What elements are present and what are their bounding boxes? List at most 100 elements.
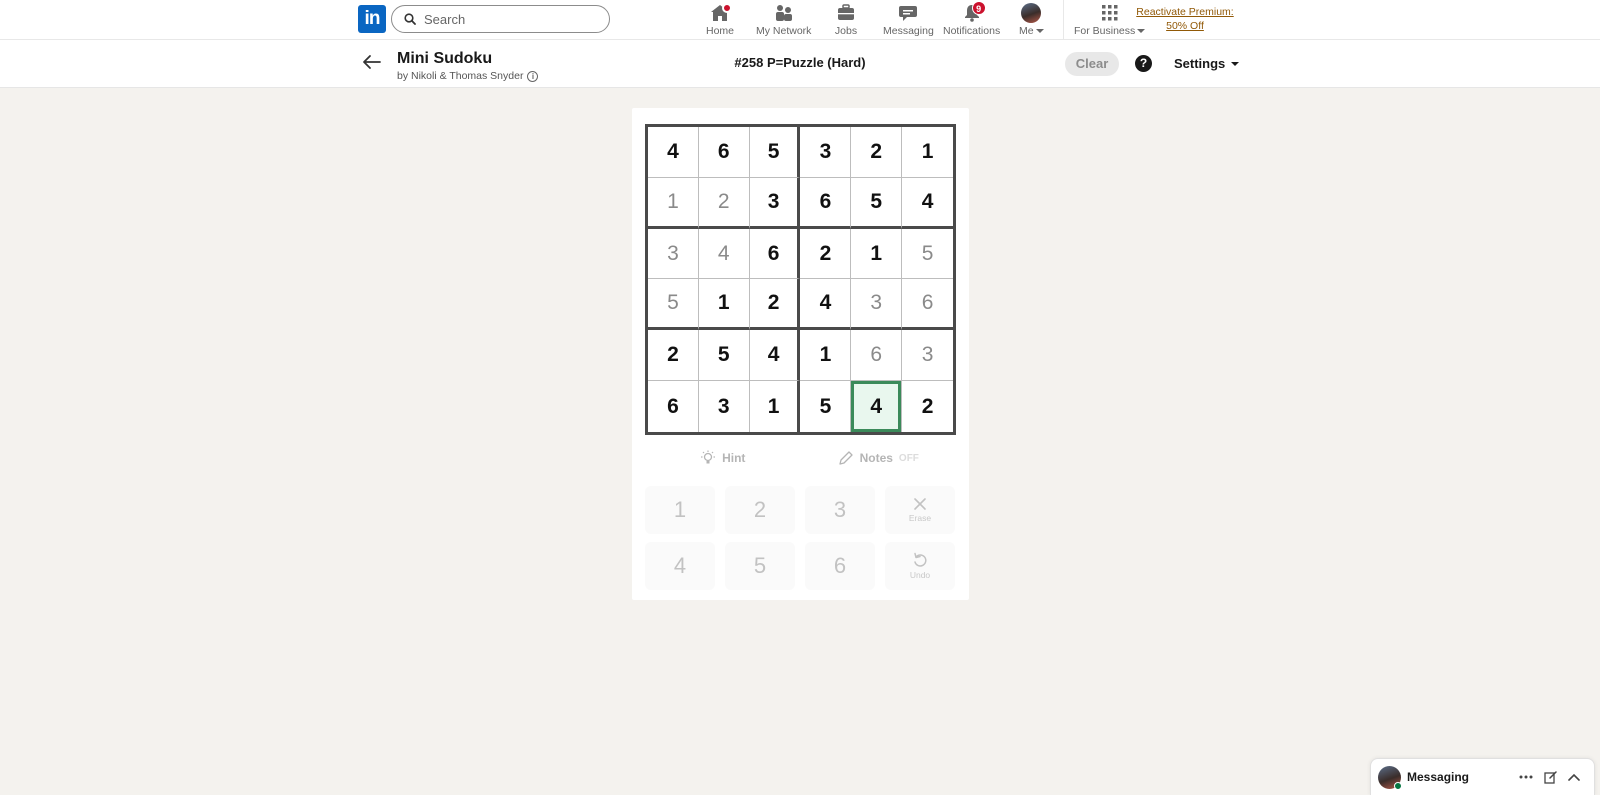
hint-label: Hint xyxy=(722,451,746,465)
nav-jobs[interactable]: Jobs xyxy=(834,3,858,37)
game-byline: by Nikoli & Thomas Snyder xyxy=(397,70,524,82)
chevron-up-icon[interactable] xyxy=(1566,769,1582,785)
sudoku-cell[interactable]: 5 xyxy=(800,381,852,432)
key-4[interactable]: 4 xyxy=(645,542,715,590)
key-3[interactable]: 3 xyxy=(805,486,875,534)
more-options-icon[interactable] xyxy=(1518,769,1534,785)
profile-avatar xyxy=(1021,3,1042,23)
sudoku-grid: 465321123654346215512436254163631542 xyxy=(645,124,956,435)
sudoku-cell[interactable]: 2 xyxy=(749,279,801,331)
nav-notifications-label: Notifications xyxy=(943,25,1001,37)
sudoku-cell[interactable]: 5 xyxy=(749,127,801,178)
undo-icon xyxy=(914,552,927,567)
sudoku-cell[interactable]: 4 xyxy=(749,330,801,382)
notes-state: OFF xyxy=(898,452,919,464)
sudoku-cell[interactable]: 6 xyxy=(749,228,801,280)
game-byline-row: by Nikoli & Thomas Snyder i xyxy=(397,70,539,82)
close-icon xyxy=(914,498,926,510)
notifications-count-badge: 9 xyxy=(971,1,986,15)
erase-label: Erase xyxy=(908,513,932,523)
global-nav: in Home My Network Jobs Messaging 9 xyxy=(0,0,1600,40)
number-pad: 1 2 3 Erase 4 5 6 Undo xyxy=(645,486,956,590)
sudoku-cell[interactable]: 5 xyxy=(851,177,903,229)
nav-my-network[interactable]: My Network xyxy=(756,3,811,37)
sudoku-cell[interactable]: 1 xyxy=(902,127,953,178)
nav-home-label: Home xyxy=(706,25,735,37)
game-card: 465321123654346215512436254163631542 Hin… xyxy=(632,108,969,600)
sudoku-cell[interactable]: 3 xyxy=(749,177,801,229)
undo-button[interactable]: Undo xyxy=(885,542,955,590)
sudoku-cell[interactable]: 5 xyxy=(902,229,953,280)
key-6[interactable]: 6 xyxy=(805,542,875,590)
nav-me-label: Me xyxy=(1019,25,1034,37)
nav-home[interactable]: Home xyxy=(706,3,734,37)
key-2[interactable]: 2 xyxy=(725,486,795,534)
game-title: Mini Sudoku xyxy=(397,50,493,67)
sudoku-cell[interactable]: 4 xyxy=(698,228,750,280)
notes-toggle[interactable]: Notes OFF xyxy=(801,444,957,472)
puzzle-id: #258 P=Puzzle (Hard) xyxy=(734,55,866,70)
sudoku-cell[interactable]: 4 xyxy=(648,127,699,178)
reactivate-premium-link[interactable]: Reactivate Premium: 50% Off xyxy=(1135,5,1235,33)
sudoku-cell[interactable]: 5 xyxy=(648,279,699,331)
sudoku-cell[interactable]: 6 xyxy=(851,330,903,382)
nav-me[interactable]: Me xyxy=(1019,3,1044,37)
key-1[interactable]: 1 xyxy=(645,486,715,534)
sudoku-cell[interactable]: 6 xyxy=(648,381,699,432)
sudoku-cell[interactable]: 2 xyxy=(698,177,750,229)
sudoku-cell[interactable]: 2 xyxy=(800,228,852,280)
help-icon[interactable]: ? xyxy=(1135,55,1152,72)
sudoku-cell[interactable]: 3 xyxy=(699,381,750,432)
home-icon xyxy=(708,3,732,23)
home-notification-dot xyxy=(722,3,732,13)
back-arrow-icon[interactable] xyxy=(362,54,386,74)
sudoku-cell[interactable]: 3 xyxy=(851,279,903,331)
sudoku-cell[interactable]: 6 xyxy=(698,127,750,178)
messaging-title: Messaging xyxy=(1407,770,1470,784)
settings-label: Settings xyxy=(1174,56,1226,71)
nav-messaging[interactable]: Messaging xyxy=(883,3,934,37)
linkedin-logo[interactable]: in xyxy=(358,5,386,33)
notes-label: Notes xyxy=(859,451,893,465)
sudoku-cell[interactable]: 6 xyxy=(800,177,852,229)
sudoku-cell[interactable]: 3 xyxy=(800,127,852,178)
briefcase-icon xyxy=(834,3,858,23)
search-input[interactable] xyxy=(424,10,599,28)
sudoku-cell[interactable]: 2 xyxy=(648,330,699,382)
sudoku-cell[interactable]: 3 xyxy=(902,330,953,382)
bell-icon: 9 xyxy=(960,1,986,23)
clear-button[interactable]: Clear xyxy=(1065,52,1119,76)
chevron-down-icon xyxy=(1035,29,1044,33)
sudoku-cell[interactable]: 3 xyxy=(648,228,699,280)
search-icon xyxy=(404,13,416,25)
sudoku-cell-selected[interactable]: 4 xyxy=(851,381,903,432)
nav-notifications[interactable]: 9 Notifications xyxy=(943,1,1001,37)
erase-button[interactable]: Erase xyxy=(885,486,955,534)
sudoku-cell[interactable]: 1 xyxy=(800,330,852,382)
settings-dropdown[interactable]: Settings xyxy=(1174,56,1240,71)
people-icon xyxy=(772,3,796,23)
sudoku-cell[interactable]: 1 xyxy=(698,279,750,331)
hint-button[interactable]: Hint xyxy=(645,444,801,472)
chevron-down-icon xyxy=(1231,61,1240,66)
nav-messaging-label: Messaging xyxy=(883,25,934,37)
messaging-dock[interactable]: Messaging xyxy=(1370,758,1595,795)
sudoku-cell[interactable]: 2 xyxy=(851,127,903,178)
key-5[interactable]: 5 xyxy=(725,542,795,590)
sudoku-cell[interactable]: 5 xyxy=(698,330,750,382)
sudoku-cell[interactable]: 1 xyxy=(648,177,699,229)
sudoku-cell[interactable]: 4 xyxy=(902,178,953,229)
sudoku-cell[interactable]: 6 xyxy=(902,279,953,331)
search-box[interactable] xyxy=(391,5,610,33)
sudoku-cell[interactable]: 1 xyxy=(750,381,801,432)
info-icon[interactable]: i xyxy=(527,70,539,82)
pencil-icon xyxy=(838,451,853,465)
sudoku-cell[interactable]: 4 xyxy=(800,279,852,331)
sudoku-cell[interactable]: 1 xyxy=(851,228,903,280)
nav-jobs-label: Jobs xyxy=(834,25,858,37)
compose-icon[interactable] xyxy=(1542,769,1558,785)
undo-label: Undo xyxy=(909,570,931,580)
premium-line-2: 50% Off xyxy=(1166,20,1204,32)
sudoku-cell[interactable]: 2 xyxy=(902,381,953,432)
tool-row: Hint Notes OFF xyxy=(645,444,956,472)
